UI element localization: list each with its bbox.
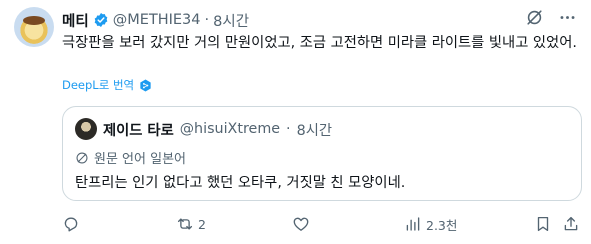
separator-dot: · [204,12,210,28]
reply-button[interactable] [62,212,84,236]
quote-author-name[interactable]: 제이드 타로 [103,119,174,140]
views-icon [406,217,420,231]
globe-icon [76,152,88,163]
views-button[interactable]: 2.3천 [404,212,457,236]
tweet-header: 메티 @METHIE34 · 8시간 [62,10,249,30]
bookmark-button[interactable] [534,212,552,236]
view-count: 2.3천 [426,217,458,233]
quote-avatar[interactable] [75,118,97,140]
tweet-text: 극장판을 보러 갔지만 거의 만원이었고, 조금 고전하면 미라클 라이트를 빛… [62,35,577,51]
quote-time[interactable]: 8시간 [297,119,332,140]
author-name[interactable]: 메티 [62,10,89,31]
avatar[interactable] [14,7,54,47]
share-icon [564,216,578,231]
retweet-count: 2 [198,216,206,232]
quote-author-handle[interactable]: @hisuiXtreme [180,121,280,137]
quote-separator-dot: · [286,121,291,137]
translate-label[interactable]: DeepL로 번역 [62,77,134,93]
top-actions [525,8,577,27]
tweet-time[interactable]: 8시간 [213,10,249,31]
verified-badge-icon [94,13,108,27]
bookmark-icon [537,216,549,232]
author-handle[interactable]: @METHIE34 [113,12,201,28]
quote-text: 탄프리는 인기 없다고 했던 오타쿠, 거짓말 친 모양이네. [75,175,406,191]
action-bar: 2 2.3천 [62,212,580,236]
quote-language: 원문 언어 일본어 [75,148,186,167]
quote-header: 제이드 타로 @hisuiXtreme · 8시간 [103,118,332,140]
like-button[interactable] [292,212,314,236]
like-icon [293,217,309,231]
translate-link[interactable]: DeepL로 번역 [62,77,152,93]
retweet-button[interactable]: 2 [176,212,206,236]
reply-icon [64,217,78,232]
quote-language-label: 원문 언어 일본어 [94,152,186,167]
retweet-icon [177,218,193,230]
quote-tweet[interactable]: 제이드 타로 @hisuiXtreme · 8시간 원문 언어 일본어 탄프리는… [62,106,582,201]
more-icon[interactable] [558,8,577,27]
deepl-icon [140,79,151,91]
share-button[interactable] [562,212,580,236]
grok-icon[interactable] [525,8,544,27]
